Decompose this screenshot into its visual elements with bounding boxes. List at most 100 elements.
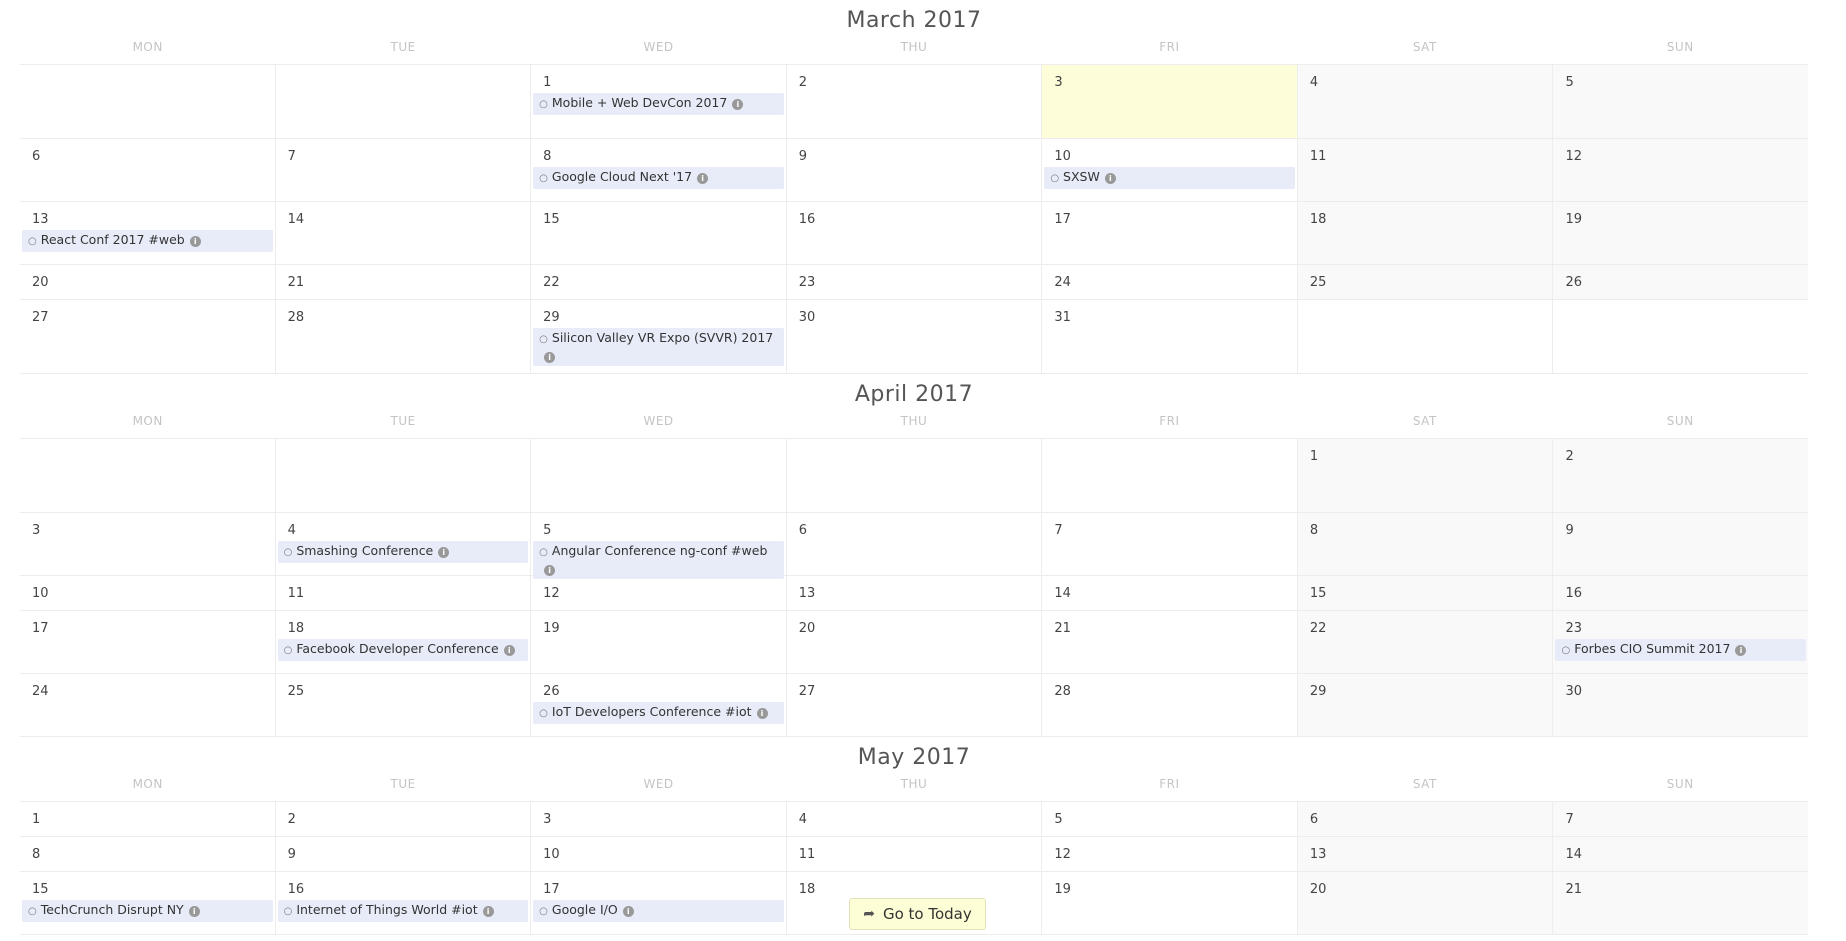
day-cell[interactable]: 13 <box>1296 837 1553 871</box>
day-cell[interactable]: 10 <box>530 837 786 871</box>
day-cell[interactable]: 28 <box>274 300 531 373</box>
day-cell[interactable]: 13 <box>785 576 1042 610</box>
day-cell[interactable]: 14 <box>274 202 531 264</box>
day-cell[interactable]: 22 <box>530 265 786 299</box>
day-cell[interactable]: 23 ○ Forbes CIO Summit 2017 i <box>1552 611 1809 673</box>
day-cell[interactable]: 2 <box>274 802 531 836</box>
event-chip[interactable]: ○ Facebook Developer Conference i <box>277 639 529 661</box>
day-cell[interactable]: 2 <box>785 65 1042 138</box>
day-cell[interactable]: 15 <box>1296 576 1553 610</box>
day-cell[interactable]: 21 <box>1552 872 1809 934</box>
event-chip[interactable]: ○ Internet of Things World #iot i <box>277 900 529 922</box>
day-cell[interactable]: 17 <box>20 611 275 673</box>
day-cell[interactable]: 5 ○ Angular Conference ng-conf #web i <box>530 513 786 579</box>
info-icon[interactable]: i <box>438 547 450 558</box>
event-chip[interactable]: ○ Smashing Conference i <box>277 541 529 563</box>
day-cell[interactable]: 19 <box>1552 202 1809 264</box>
info-icon[interactable]: i <box>188 906 200 917</box>
day-cell[interactable]: 18 <box>1296 202 1553 264</box>
day-cell[interactable]: 2 <box>1552 439 1809 512</box>
day-cell[interactable]: 3 <box>530 802 786 836</box>
day-cell-today[interactable]: 3 <box>1041 65 1297 138</box>
day-cell[interactable]: 7 <box>274 139 531 201</box>
day-cell[interactable]: 17 ○ Google I/O i <box>530 872 786 934</box>
day-cell[interactable]: 17 <box>1041 202 1297 264</box>
info-icon[interactable]: i <box>622 906 634 917</box>
day-cell[interactable]: 11 <box>1296 139 1553 201</box>
day-cell[interactable]: 11 <box>785 837 1042 871</box>
day-cell[interactable]: 27 <box>20 300 275 373</box>
day-cell[interactable]: 7 <box>1552 802 1809 836</box>
event-chip[interactable]: ○ Google Cloud Next '17 i <box>533 167 784 189</box>
day-cell[interactable]: 16 <box>785 202 1042 264</box>
day-cell[interactable]: 6 <box>785 513 1042 575</box>
day-cell[interactable]: 10 ○ SXSW i <box>1041 139 1297 201</box>
day-cell[interactable]: 9 <box>1552 513 1809 575</box>
day-cell[interactable]: 3 <box>20 513 275 575</box>
day-cell[interactable]: 15 <box>530 202 786 264</box>
info-icon[interactable]: i <box>697 173 709 184</box>
day-cell[interactable]: 30 <box>785 300 1042 373</box>
day-cell[interactable]: 5 <box>1041 802 1297 836</box>
day-cell[interactable]: 26 <box>1552 265 1809 299</box>
event-chip[interactable]: ○ Mobile + Web DevCon 2017 i <box>533 93 784 115</box>
day-cell[interactable]: 8 <box>20 837 275 871</box>
info-icon[interactable]: i <box>756 708 768 719</box>
day-cell[interactable]: 24 <box>20 674 275 736</box>
event-chip[interactable]: ○ Silicon Valley VR Expo (SVVR) 2017 i <box>533 328 784 366</box>
day-cell[interactable]: 4 ○ Smashing Conference i <box>274 513 531 575</box>
day-cell[interactable]: 6 <box>20 139 275 201</box>
day-cell[interactable]: 1 <box>20 802 275 836</box>
day-cell[interactable]: 14 <box>1041 576 1297 610</box>
day-cell[interactable]: 25 <box>274 674 531 736</box>
day-cell[interactable]: 21 <box>1041 611 1297 673</box>
day-cell[interactable]: 1 ○ Mobile + Web DevCon 2017 i <box>530 65 786 138</box>
day-cell[interactable]: 18 ○ Facebook Developer Conference i <box>274 611 531 673</box>
day-cell[interactable]: 16 <box>1552 576 1809 610</box>
day-cell[interactable]: 5 <box>1552 65 1809 138</box>
event-chip[interactable]: ○ Google I/O i <box>533 900 784 922</box>
day-cell[interactable]: 30 <box>1552 674 1809 736</box>
day-cell[interactable]: 29 ○ Silicon Valley VR Expo (SVVR) 2017 i <box>530 300 786 373</box>
day-cell[interactable]: 10 <box>20 576 275 610</box>
info-icon[interactable]: i <box>544 565 556 576</box>
day-cell[interactable]: 20 <box>1296 872 1553 934</box>
day-cell[interactable]: 27 <box>785 674 1042 736</box>
day-cell[interactable]: 20 <box>20 265 275 299</box>
info-icon[interactable]: i <box>503 645 515 656</box>
day-cell[interactable]: 22 <box>1296 611 1553 673</box>
day-cell[interactable]: 19 <box>530 611 786 673</box>
event-chip[interactable]: ○ Angular Conference ng-conf #web i <box>533 541 784 579</box>
day-cell[interactable]: 1 <box>1296 439 1553 512</box>
day-cell[interactable]: 21 <box>274 265 531 299</box>
info-icon[interactable]: i <box>482 906 494 917</box>
info-icon[interactable]: i <box>732 99 744 110</box>
day-cell[interactable]: 20 <box>785 611 1042 673</box>
day-cell[interactable]: 25 <box>1296 265 1553 299</box>
go-to-today-button[interactable]: ➦ Go to Today <box>849 898 986 930</box>
day-cell[interactable]: 29 <box>1296 674 1553 736</box>
day-cell[interactable]: 16 ○ Internet of Things World #iot i <box>274 872 531 934</box>
day-cell[interactable]: 14 <box>1552 837 1809 871</box>
day-cell[interactable]: 12 <box>1552 139 1809 201</box>
day-cell[interactable]: 7 <box>1041 513 1297 575</box>
event-chip[interactable]: ○ IoT Developers Conference #iot i <box>533 702 784 724</box>
day-cell[interactable]: 8 ○ Google Cloud Next '17 i <box>530 139 786 201</box>
day-cell[interactable]: 6 <box>1296 802 1553 836</box>
info-icon[interactable]: i <box>189 236 201 247</box>
day-cell[interactable]: 9 <box>274 837 531 871</box>
day-cell[interactable]: 11 <box>274 576 531 610</box>
day-cell[interactable]: 31 <box>1041 300 1297 373</box>
day-cell[interactable]: 4 <box>1296 65 1553 138</box>
day-cell[interactable]: 8 <box>1296 513 1553 575</box>
day-cell[interactable]: 24 <box>1041 265 1297 299</box>
day-cell[interactable]: 23 <box>785 265 1042 299</box>
day-cell[interactable]: 4 <box>785 802 1042 836</box>
day-cell[interactable]: 26 ○ IoT Developers Conference #iot i <box>530 674 786 736</box>
day-cell[interactable]: 9 <box>785 139 1042 201</box>
event-chip[interactable]: ○ SXSW i <box>1044 167 1295 189</box>
day-cell[interactable]: 12 <box>1041 837 1297 871</box>
day-cell[interactable]: 12 <box>530 576 786 610</box>
info-icon[interactable]: i <box>1104 173 1116 184</box>
info-icon[interactable]: i <box>1735 645 1747 656</box>
